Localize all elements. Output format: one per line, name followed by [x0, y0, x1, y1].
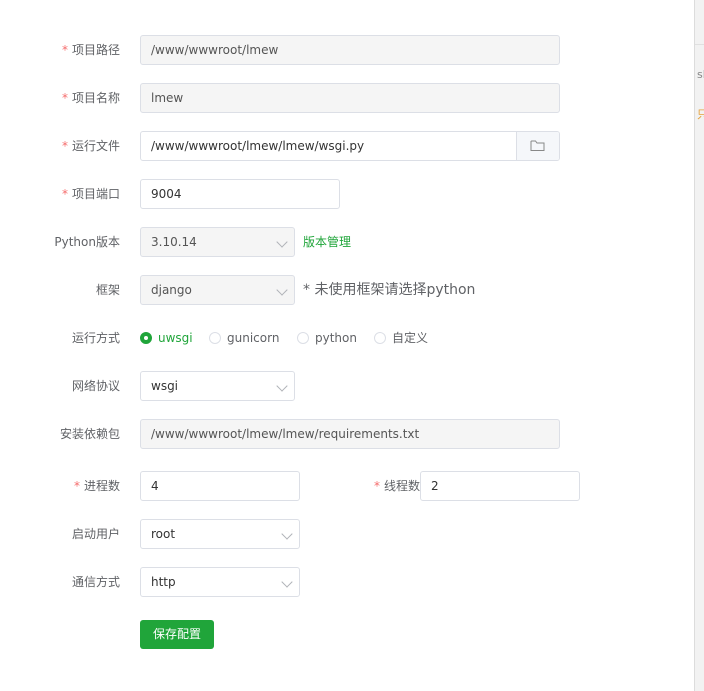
network-protocol-label: 网络协议 — [71, 379, 120, 393]
start-user-select[interactable]: root — [140, 519, 300, 549]
python-version-select[interactable]: 3.10.14 — [140, 227, 295, 257]
form-row-install-deps: 安装依赖包 /www/wwwroot/lmew/lmew/requirement… — [0, 418, 600, 450]
python-version-label: Python版本 — [54, 235, 120, 249]
folder-icon — [530, 140, 545, 151]
run-mode-radio-custom[interactable]: 自定义 — [374, 322, 428, 354]
form-row-network-protocol: 网络协议 wsgi — [0, 370, 600, 402]
form-row-run-file: * 运行文件 /www/wwwroot/lmew/lmew/wsgi.py — [0, 130, 600, 162]
start-user-value: root — [151, 527, 176, 541]
required-mark: * — [61, 43, 68, 57]
project-path-label: * 项目路径 — [61, 43, 120, 57]
form-row-framework: 框架 django * 未使用框架请选择python — [0, 274, 600, 306]
framework-select[interactable]: django — [140, 275, 295, 305]
start-user-label: 启动用户 — [71, 527, 120, 541]
processes-input[interactable]: 4 — [140, 471, 300, 501]
framework-label: 框架 — [95, 283, 120, 297]
radio-unchecked-icon — [374, 332, 386, 344]
required-mark: * — [61, 187, 68, 201]
run-mode-radio-gunicorn[interactable]: gunicorn — [209, 322, 279, 354]
project-name-input[interactable]: lmew — [140, 83, 560, 113]
required-mark: * — [373, 479, 380, 493]
divider — [695, 44, 704, 45]
form-row-project-port: * 项目端口 9004 — [0, 178, 600, 210]
framework-hint: * 未使用框架请选择python — [303, 282, 476, 298]
form-row-run-mode: 运行方式 uwsgi gunicorn python 自定义 — [0, 322, 600, 354]
run-file-label: * 运行文件 — [61, 139, 120, 153]
browse-folder-button[interactable] — [516, 132, 559, 160]
chevron-down-icon — [276, 284, 288, 296]
chevron-down-icon — [276, 380, 288, 392]
threads-label: * 线程数 — [373, 479, 420, 493]
required-mark: * — [61, 91, 68, 105]
comm-mode-value: http — [151, 575, 176, 589]
comm-mode-select[interactable]: http — [140, 567, 300, 597]
required-mark: * — [73, 479, 80, 493]
run-mode-radio-python[interactable]: python — [297, 322, 357, 354]
background-panel-edge: sl 只 — [694, 0, 704, 691]
run-file-input[interactable]: /www/wwwroot/lmew/lmew/wsgi.py — [140, 131, 560, 161]
network-protocol-value: wsgi — [151, 379, 179, 393]
project-name-label: * 项目名称 — [61, 91, 120, 105]
form-row-workers: * 进程数 4 * 线程数 2 — [0, 470, 600, 502]
form-row-start-user: 启动用户 root — [0, 518, 600, 550]
project-port-input[interactable]: 9004 — [140, 179, 340, 209]
run-mode-radio-uwsgi[interactable]: uwsgi — [140, 322, 193, 354]
chevron-down-icon — [281, 528, 293, 540]
python-version-value: 3.10.14 — [151, 235, 197, 249]
radio-checked-icon — [140, 332, 152, 344]
form-row-project-name: * 项目名称 lmew — [0, 82, 600, 114]
panel-fragment-link: 只 — [697, 108, 704, 121]
threads-input[interactable]: 2 — [420, 471, 580, 501]
form-row-project-path: * 项目路径 /www/wwwroot/lmew — [0, 34, 600, 66]
radio-unchecked-icon — [297, 332, 309, 344]
framework-value: django — [151, 283, 192, 297]
network-protocol-select[interactable]: wsgi — [140, 371, 295, 401]
save-config-button[interactable]: 保存配置 — [140, 620, 214, 649]
processes-label: * 进程数 — [73, 479, 120, 493]
run-file-value: /www/wwwroot/lmew/lmew/wsgi.py — [151, 139, 365, 153]
run-mode-label: 运行方式 — [71, 331, 120, 345]
install-deps-label: 安装依赖包 — [59, 427, 120, 441]
panel-fragment-text: sl — [697, 68, 704, 81]
required-mark: * — [61, 139, 68, 153]
project-port-label: * 项目端口 — [61, 187, 120, 201]
version-manage-link[interactable]: 版本管理 — [303, 226, 351, 258]
install-deps-input[interactable]: /www/wwwroot/lmew/lmew/requirements.txt — [140, 419, 560, 449]
project-path-input[interactable]: /www/wwwroot/lmew — [140, 35, 560, 65]
comm-mode-label: 通信方式 — [71, 575, 120, 589]
form-row-comm-mode: 通信方式 http — [0, 566, 600, 598]
chevron-down-icon — [281, 576, 293, 588]
form-row-python-version: Python版本 3.10.14 版本管理 — [0, 226, 600, 258]
radio-unchecked-icon — [209, 332, 221, 344]
chevron-down-icon — [276, 236, 288, 248]
